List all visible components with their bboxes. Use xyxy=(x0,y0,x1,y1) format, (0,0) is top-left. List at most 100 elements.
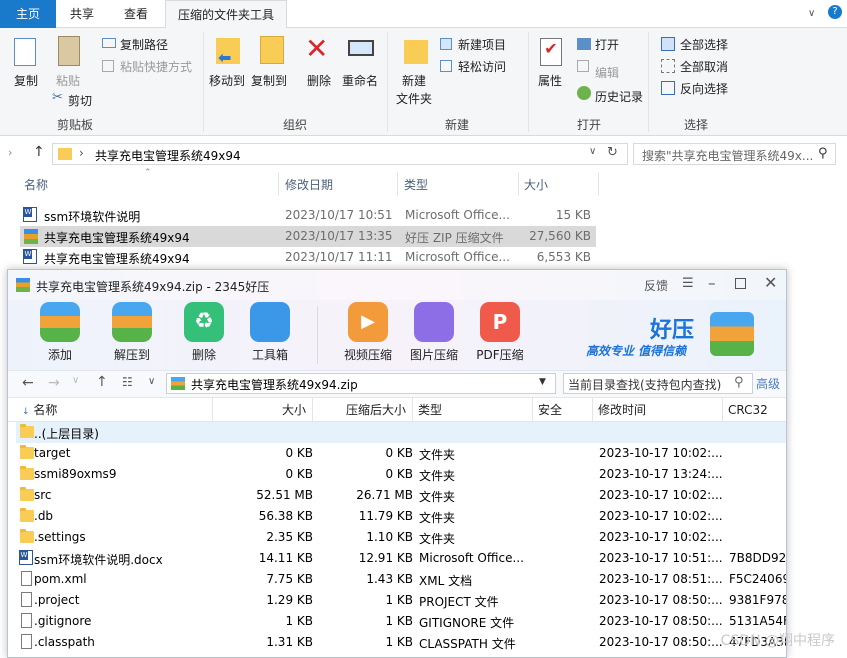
address-dropdown-icon[interactable]: ∨ xyxy=(589,146,596,157)
maximize-icon[interactable] xyxy=(735,278,746,289)
toolbox-button[interactable]: 工具箱 xyxy=(248,300,292,363)
file-row-selected[interactable]: 共享充电宝管理系统49x94 2023/10/17 13:35 好压 ZIP 压… xyxy=(20,226,596,247)
easy-access-button[interactable]: 轻松访问 xyxy=(458,58,506,75)
col-name[interactable]: ↓ 名称 xyxy=(8,398,213,422)
col-type[interactable]: 类型 xyxy=(413,398,533,422)
col-modified[interactable]: 修改时间 xyxy=(593,398,723,422)
toolbar-separator xyxy=(317,306,318,364)
select-all-icon xyxy=(661,37,675,51)
archive-row[interactable]: .db 56.38 KB 11.79 KB 文件夹 2023-10-17 10:02:.… xyxy=(16,506,786,527)
folder-icon xyxy=(58,148,72,160)
history-dropdown-icon[interactable]: ∨ xyxy=(72,375,79,386)
column-name[interactable]: 名称 xyxy=(24,176,48,193)
archive-path-bar[interactable]: 共享充电宝管理系统49x94.zip ▼ xyxy=(166,373,556,394)
paste-shortcut-button[interactable]: 粘贴快捷方式 xyxy=(120,58,192,75)
archive-search-input[interactable]: 当前目录查找(支持包内查找) ⚲ xyxy=(563,373,753,394)
archive-row[interactable]: .project 1.29 KB 1 KB PROJECT 文件 2023-10-17 … xyxy=(16,590,786,611)
video-compress-button[interactable]: ▶ 视频压缩 xyxy=(342,300,394,363)
paste-button[interactable]: 粘贴 xyxy=(56,72,80,89)
col-crc32[interactable]: CRC32 xyxy=(723,398,786,422)
address-bar[interactable]: › 共享充电宝管理系统49x94 ∨ ↻ xyxy=(52,143,628,165)
folder-icon xyxy=(20,487,34,501)
file-row[interactable]: 共享充电宝管理系统49x94 2023/10/17 11:11 Microsof… xyxy=(20,247,596,268)
row-size: 0 KB xyxy=(285,467,313,481)
column-type[interactable]: 类型 xyxy=(404,176,428,193)
archive-row[interactable]: .settings 2.35 KB 1.10 KB 文件夹 2023-10-17 10:… xyxy=(16,527,786,548)
delete-button[interactable]: 删除 xyxy=(307,72,331,89)
col-packed-size[interactable]: 压缩后大小 xyxy=(313,398,413,422)
file-name: 共享充电宝管理系统49x94 xyxy=(44,252,190,266)
extract-to-button[interactable]: 解压到 xyxy=(110,300,154,363)
advanced-search-link[interactable]: 高级 xyxy=(756,375,780,392)
minimize-icon[interactable]: – xyxy=(708,274,716,292)
feedback-link[interactable]: 反馈 xyxy=(644,277,668,294)
rename-icon xyxy=(348,40,374,56)
archive-row[interactable]: pom.xml 7.75 KB 1.43 KB XML 文档 2023-10-17 08… xyxy=(16,569,786,590)
open-button[interactable]: 打开 xyxy=(595,36,619,53)
add-button[interactable]: 添加 xyxy=(38,300,82,363)
properties-button[interactable]: 属性 xyxy=(538,72,562,89)
row-modified: 2023-10-17 13:24:... xyxy=(599,467,723,481)
tab-view[interactable]: 查看 xyxy=(112,0,160,28)
copy-path-button[interactable]: 复制路径 xyxy=(120,36,168,53)
view-mode-icon[interactable]: ☷ xyxy=(122,375,133,389)
help-icon[interactable]: ? xyxy=(828,5,842,19)
forward-icon[interactable]: › xyxy=(8,146,12,159)
column-date[interactable]: 修改日期 xyxy=(285,176,333,193)
move-to-button[interactable]: 移动到 xyxy=(209,72,245,89)
edit-button[interactable]: 编辑 xyxy=(595,64,619,81)
view-dropdown-icon[interactable]: ∨ xyxy=(148,376,155,387)
select-none-button[interactable]: 全部取消 xyxy=(680,58,728,75)
archive-row[interactable]: .classpath 1.31 KB 1 KB CLASSPATH 文件 2023-10… xyxy=(16,632,786,653)
file-icon xyxy=(21,592,32,607)
sort-icon: ↓ xyxy=(22,407,30,417)
invert-selection-button[interactable]: 反向选择 xyxy=(680,80,728,97)
collapse-ribbon-icon[interactable]: ∨ xyxy=(808,8,815,19)
history-button[interactable]: 历史记录 xyxy=(595,88,643,105)
row-modified: 2023-10-17 08:50:... xyxy=(599,614,723,628)
up-arrow-icon[interactable]: ↑ xyxy=(33,144,45,160)
file-name: 共享充电宝管理系统49x94 xyxy=(44,231,190,245)
copy-button[interactable]: 复制 xyxy=(14,72,38,89)
menu-icon[interactable]: ☰ xyxy=(682,276,694,291)
archive-row[interactable]: ssmi89oxms9 0 KB 0 KB 文件夹 2023-10-17 13:24:.… xyxy=(16,464,786,485)
copy-to-button[interactable]: 复制到 xyxy=(251,72,287,89)
close-icon[interactable]: ✕ xyxy=(764,273,777,292)
archive-row[interactable]: .gitignore 1 KB 1 KB GITIGNORE 文件 2023-10-17… xyxy=(16,611,786,632)
archive-row[interactable]: ..(上层目录) xyxy=(16,422,786,443)
row-packed-size: 26.71 MB xyxy=(356,488,413,502)
tab-compressed-tools[interactable]: 压缩的文件夹工具 xyxy=(165,0,287,28)
row-name: target xyxy=(34,446,71,460)
new-item-button[interactable]: 新建项目 xyxy=(458,36,506,53)
row-packed-size: 1 KB xyxy=(385,614,413,628)
col-security[interactable]: 安全 xyxy=(533,398,593,422)
zip-delete-button[interactable]: ♻ 删除 xyxy=(182,300,226,363)
row-packed-size: 0 KB xyxy=(385,467,413,481)
folder-icon xyxy=(20,529,34,543)
col-size[interactable]: 大小 xyxy=(213,398,313,422)
image-compress-button[interactable]: 图片压缩 xyxy=(408,300,460,363)
rename-button[interactable]: 重命名 xyxy=(342,72,378,89)
select-all-button[interactable]: 全部选择 xyxy=(680,36,728,53)
archive-row[interactable]: ssm环境软件说明.docx 14.11 KB 12.91 KB Microsoft … xyxy=(16,548,786,569)
row-type: PROJECT 文件 xyxy=(419,595,499,609)
row-size: 1 KB xyxy=(285,614,313,628)
copy-path-icon xyxy=(102,38,116,48)
refresh-icon[interactable]: ↻ xyxy=(607,145,618,160)
tab-home[interactable]: 主页 xyxy=(0,0,56,28)
up-level-icon[interactable]: ↑ xyxy=(96,374,108,390)
path-dropdown-icon[interactable]: ▼ xyxy=(539,377,546,387)
new-folder-button[interactable]: 新建 xyxy=(402,72,426,89)
file-row[interactable]: ssm环境软件说明 2023/10/17 10:51 Microsoft Off… xyxy=(20,205,596,226)
explorer-search-input[interactable]: 搜索"共享充电宝管理系统49x... ⚲ xyxy=(633,143,836,165)
new-folder-button-line2[interactable]: 文件夹 xyxy=(396,90,432,107)
back-icon[interactable]: ← xyxy=(22,375,34,391)
pdf-compress-button[interactable]: P PDF压缩 xyxy=(474,300,526,363)
cut-button[interactable]: 剪切 xyxy=(68,92,92,109)
archive-row[interactable]: src 52.51 MB 26.71 MB 文件夹 2023-10-17 10:02:.… xyxy=(16,485,786,506)
column-size[interactable]: 大小 xyxy=(524,176,548,193)
row-size: 52.51 MB xyxy=(256,488,313,502)
forward-icon[interactable]: → xyxy=(48,375,60,391)
archive-row[interactable]: target 0 KB 0 KB 文件夹 2023-10-17 10:02:... xyxy=(16,443,786,464)
tab-share[interactable]: 共享 xyxy=(58,0,106,28)
